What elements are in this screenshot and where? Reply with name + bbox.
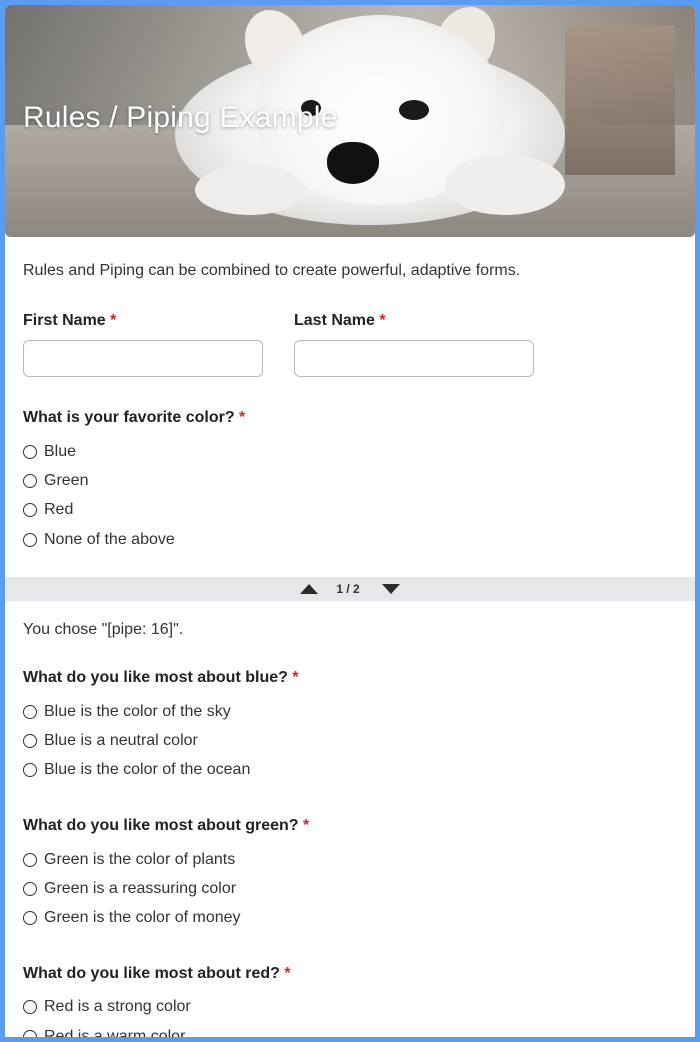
last-name-group: Last Name * xyxy=(294,312,565,377)
radio-button[interactable] xyxy=(23,911,37,926)
required-asterisk: * xyxy=(284,964,291,982)
green-question: What do you like most about green? * Gre… xyxy=(23,817,695,933)
radio-option[interactable]: Green is the color of money xyxy=(23,903,695,932)
required-asterisk: * xyxy=(239,409,246,426)
radio-option[interactable]: Green is a reassuring color xyxy=(23,874,695,903)
required-asterisk: * xyxy=(110,312,117,329)
last-name-label: Last Name xyxy=(294,312,375,329)
required-asterisk: * xyxy=(292,669,299,686)
radio-button[interactable] xyxy=(23,763,37,778)
question-label: What do you like most about green? xyxy=(23,816,299,834)
page-two: You chose "[pipe: 16]". What do you like… xyxy=(5,601,695,1037)
radio-button[interactable] xyxy=(23,503,37,518)
form-title: Rules / Piping Example xyxy=(23,101,338,134)
first-name-group: First Name * xyxy=(23,312,294,377)
required-asterisk: * xyxy=(379,312,386,329)
radio-button[interactable] xyxy=(23,1029,37,1037)
radio-option[interactable]: Red is a warm color xyxy=(23,1022,695,1037)
piped-answer-text: You chose "[pipe: 16]". xyxy=(23,621,184,638)
radio-button[interactable] xyxy=(23,881,37,896)
radio-button[interactable] xyxy=(23,532,37,547)
red-question: What do you like most about red? * Red i… xyxy=(23,965,695,1037)
question-label: What do you like most about red? xyxy=(23,964,280,982)
header-banner: Rules / Piping Example xyxy=(5,5,695,237)
intro-text: Rules and Piping can be combined to crea… xyxy=(23,262,521,279)
radio-option[interactable]: Blue is the color of the sky xyxy=(23,697,695,726)
blue-question: What do you like most about blue? * Blue… xyxy=(23,669,695,785)
previous-page-arrow-icon[interactable] xyxy=(300,584,319,594)
radio-button[interactable] xyxy=(23,704,37,719)
question-label: What is your favorite color? xyxy=(23,409,235,426)
required-asterisk: * xyxy=(303,816,310,834)
radio-option[interactable]: Green is the color of plants xyxy=(23,845,695,874)
radio-button[interactable] xyxy=(23,444,37,459)
radio-option-red[interactable]: Red xyxy=(23,496,677,525)
radio-button[interactable] xyxy=(23,1000,37,1015)
page-navigator: 1 / 2 xyxy=(5,577,695,601)
radio-option-green[interactable]: Green xyxy=(23,466,677,495)
last-name-input[interactable] xyxy=(294,340,534,377)
radio-button[interactable] xyxy=(23,733,37,748)
radio-option[interactable]: Blue is the color of the ocean xyxy=(23,756,695,785)
first-name-label: First Name xyxy=(23,312,106,329)
name-row: First Name * Last Name * xyxy=(23,312,677,377)
radio-button[interactable] xyxy=(23,473,37,488)
question-label: What do you like most about blue? xyxy=(23,669,288,686)
radio-option-blue[interactable]: Blue xyxy=(23,437,677,466)
radio-button[interactable] xyxy=(23,852,37,867)
favorite-color-question: What is your favorite color? * Blue Gree… xyxy=(23,409,677,554)
first-name-input[interactable] xyxy=(23,340,263,377)
form-frame: Rules / Piping Example Rules and Piping … xyxy=(5,5,695,1037)
next-page-arrow-icon[interactable] xyxy=(381,584,400,594)
page-indicator: 1 / 2 xyxy=(336,582,360,596)
radio-option-none[interactable]: None of the above xyxy=(23,525,677,554)
radio-option[interactable]: Blue is a neutral color xyxy=(23,726,695,755)
radio-option[interactable]: Red is a strong color xyxy=(23,993,695,1022)
